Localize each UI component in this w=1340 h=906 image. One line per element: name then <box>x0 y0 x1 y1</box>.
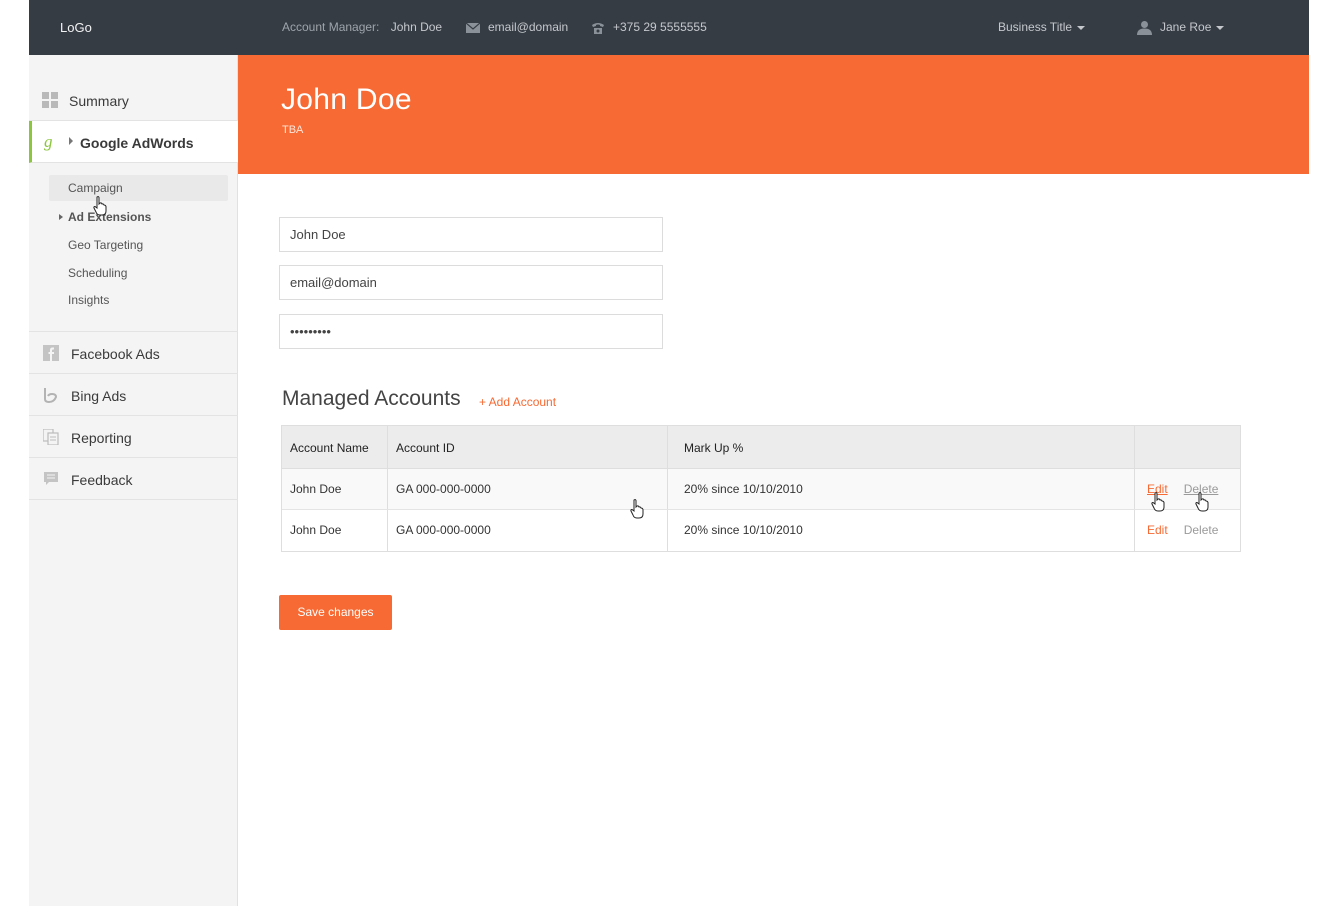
manager-phone[interactable]: +375 29 5555555 <box>591 20 707 34</box>
logo[interactable]: LoGo <box>60 20 92 35</box>
user-icon <box>1137 21 1152 36</box>
user-menu-dropdown[interactable]: Jane Roe <box>1137 20 1225 36</box>
account-manager-label: Account Manager: <box>282 20 380 34</box>
sidebar-item-bing-ads[interactable]: Bing Ads <box>29 374 238 416</box>
bing-icon <box>44 388 58 403</box>
sidebar-subitem-scheduling[interactable]: Scheduling <box>49 260 228 286</box>
hand-cursor-icon <box>93 196 107 216</box>
hand-cursor-icon <box>630 499 644 519</box>
markup-cell: 20% since 10/10/2010 <box>668 510 1135 551</box>
sidebar-item-label: Bing Ads <box>71 388 127 404</box>
sidebar-item-facebook-ads[interactable]: Facebook Ads <box>29 332 238 374</box>
delete-link[interactable]: Delete <box>1184 523 1219 537</box>
account-name-cell: John Doe <box>282 469 388 509</box>
phone-icon <box>592 22 604 34</box>
sidebar-subitem-geo-targeting[interactable]: Geo Targeting <box>49 232 228 258</box>
table-row: John Doe GA 000-000-0000 20% since 10/10… <box>282 469 1240 510</box>
sidebar-item-summary[interactable]: Summary <box>29 79 238 121</box>
account-name-cell: John Doe <box>282 510 388 551</box>
business-title-label: Business Title <box>998 20 1073 34</box>
accounts-table: Account Name Account ID Mark Up % John D… <box>281 425 1241 552</box>
password-field[interactable] <box>279 314 663 349</box>
account-id-cell: GA 000-000-0000 <box>388 510 668 551</box>
manager-email[interactable]: email@domain <box>466 20 568 34</box>
sidebar-subitem-insights[interactable]: Insights <box>49 287 228 313</box>
account-manager-name: John Doe <box>390 20 443 34</box>
managed-accounts-title: Managed Accounts <box>282 387 461 410</box>
sidebar-item-google-adwords[interactable]: g Google AdWords <box>29 121 238 163</box>
column-header-account-name: Account Name <box>282 426 388 468</box>
sidebar-item-label: Feedback <box>71 472 133 488</box>
chevron-down-icon <box>1077 25 1086 30</box>
actions-cell: Edit Delete <box>1135 510 1240 551</box>
caret-right-icon <box>69 137 73 145</box>
business-title-dropdown[interactable]: Business Title <box>998 20 1086 34</box>
hand-cursor-icon <box>1151 492 1165 512</box>
sidebar: Summary g Google AdWords Campaign Ad Ext… <box>29 55 238 906</box>
sidebar-item-label: Google AdWords <box>80 135 194 151</box>
sidebar-subitem-campaign[interactable]: Campaign <box>49 175 228 201</box>
name-field[interactable] <box>279 217 663 252</box>
sidebar-item-feedback[interactable]: Feedback <box>29 458 238 500</box>
edit-link[interactable]: Edit <box>1147 523 1168 537</box>
table-row: John Doe GA 000-000-0000 20% since 10/10… <box>282 510 1240 551</box>
facebook-icon <box>43 345 59 361</box>
hand-cursor-icon <box>1195 492 1209 512</box>
sidebar-item-label: Facebook Ads <box>71 346 160 362</box>
grid-icon <box>42 92 58 108</box>
table-header: Account Name Account ID Mark Up % <box>282 426 1240 469</box>
manager-phone-text: +375 29 5555555 <box>613 20 707 34</box>
app-frame: LoGo Account Manager: John Doe email@dom… <box>29 0 1309 906</box>
report-icon <box>43 429 59 445</box>
chevron-down-icon <box>1216 25 1225 30</box>
caret-right-icon <box>59 214 63 220</box>
sidebar-subitem-ad-extensions[interactable]: Ad Extensions <box>49 204 228 230</box>
account-id-cell: GA 000-000-0000 <box>388 469 668 509</box>
sidebar-item-label: Reporting <box>71 430 132 446</box>
manager-email-text: email@domain <box>488 20 569 34</box>
profile-header: John Doe TBA <box>238 55 1309 174</box>
sidebar-item-reporting[interactable]: Reporting <box>29 416 238 458</box>
speech-bubble-icon <box>44 472 58 485</box>
page-subtitle: TBA <box>282 124 304 136</box>
account-manager-info: Account Manager: John Doe <box>282 20 442 34</box>
column-header-account-id: Account ID <box>388 426 668 468</box>
sidebar-item-label: Summary <box>69 93 129 109</box>
email-field[interactable] <box>279 265 663 300</box>
top-bar: LoGo Account Manager: John Doe email@dom… <box>29 0 1309 55</box>
envelope-icon <box>466 22 480 33</box>
column-header-actions <box>1135 426 1240 468</box>
user-name: Jane Roe <box>1160 20 1212 34</box>
column-header-markup: Mark Up % <box>668 426 1135 468</box>
page-title: John Doe <box>281 83 412 116</box>
add-account-link[interactable]: + Add Account <box>479 395 556 409</box>
sidebar-subitem-label: Ad Extensions <box>68 210 152 224</box>
save-changes-button[interactable]: Save changes <box>279 595 392 630</box>
markup-cell: 20% since 10/10/2010 <box>668 469 1135 509</box>
google-icon: g <box>44 132 53 151</box>
